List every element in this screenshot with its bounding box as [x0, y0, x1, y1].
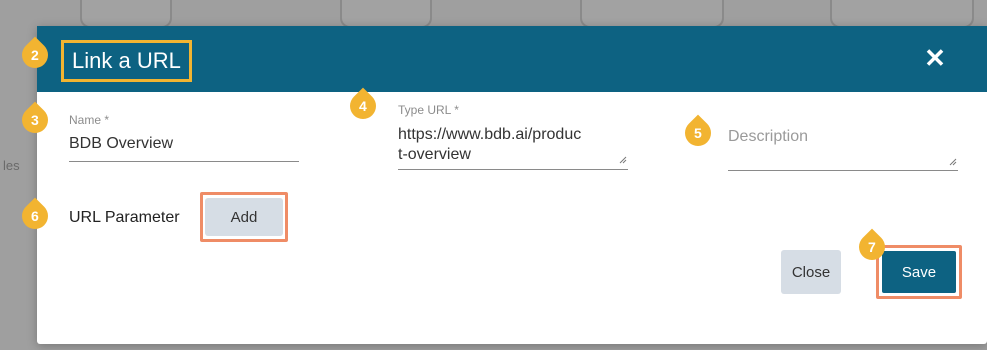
description-field[interactable]: Description	[728, 128, 808, 146]
add-parameter-button[interactable]: Add	[205, 198, 283, 236]
resize-handle-icon[interactable]	[949, 158, 957, 166]
close-button[interactable]: Close	[781, 250, 841, 294]
name-field-underline	[69, 161, 299, 162]
dialog-title: Link a URL	[61, 40, 192, 82]
type-url-line-2[interactable]: t-overview	[398, 145, 471, 165]
url-parameter-label: URL Parameter	[69, 209, 180, 226]
name-field-label: Name *	[69, 113, 110, 127]
resize-handle-icon[interactable]	[619, 156, 627, 164]
name-field[interactable]: BDB Overview	[69, 134, 173, 154]
type-url-underline	[398, 169, 628, 170]
save-button[interactable]: Save	[882, 251, 956, 293]
type-url-label: Type URL *	[398, 103, 459, 117]
close-icon[interactable]: ✕	[921, 44, 949, 72]
dialog-header: Link a URL ✕	[37, 26, 987, 92]
description-underline	[728, 170, 958, 171]
type-url-line-1[interactable]: https://www.bdb.ai/produc	[398, 125, 581, 145]
link-url-dialog: Link a URL ✕ Name * BDB Overview Type UR…	[37, 26, 987, 344]
